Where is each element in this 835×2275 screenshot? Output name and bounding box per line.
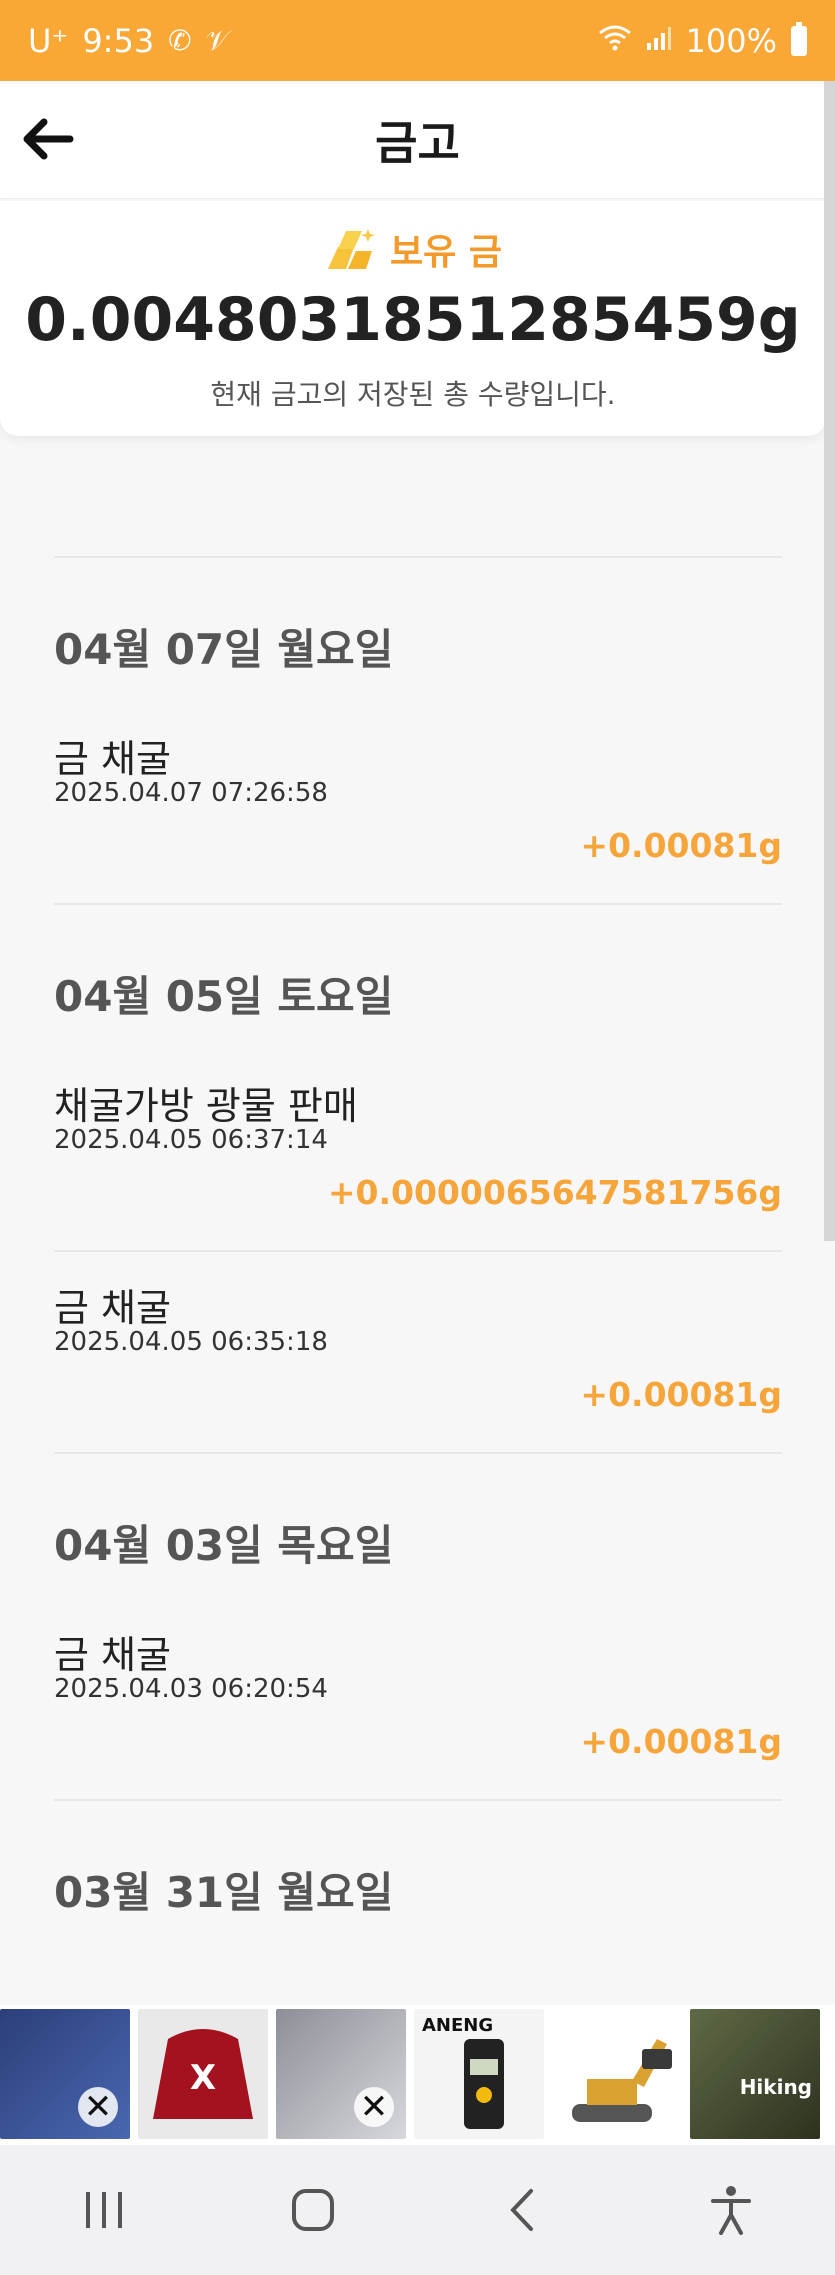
back-button[interactable] — [18, 109, 78, 169]
ad-item-hoodie[interactable]: X — [138, 2009, 268, 2139]
list-item[interactable]: 금 채굴 2025.04.07 07:26:58 +0.00081g — [54, 728, 782, 903]
accessibility-button[interactable] — [671, 2165, 791, 2255]
list-item[interactable]: 금 채굴 2025.04.03 06:20:54 +0.00081g — [54, 1624, 782, 1799]
signal-icon — [646, 25, 672, 56]
entry-time: 2025.04.03 06:20:54 — [54, 1674, 328, 1704]
app-header: 금고 — [0, 81, 835, 199]
list-item[interactable]: 채굴가방 광물 판매 2025.04.05 06:37:14 +0.000006… — [54, 1075, 782, 1250]
list-item[interactable]: 금 채굴 2025.04.05 06:35:18 +0.00081g — [54, 1277, 782, 1452]
date-heading: 04월 05일 토요일 — [54, 972, 394, 1021]
ad-hiking-text: Hiking — [739, 2075, 812, 2099]
scrollbar[interactable] — [824, 81, 835, 1241]
ad-brand-text: ANENG — [422, 2015, 494, 2036]
entry-time: 2025.04.05 06:37:14 — [54, 1125, 328, 1155]
ad-item-excavator-toy[interactable] — [552, 2009, 682, 2139]
date-heading: 04월 07일 월요일 — [54, 625, 394, 674]
entry-wrapper: 금 채굴 2025.04.05 06:35:18 +0.00081g — [54, 1252, 782, 1452]
ad-close-button[interactable]: ✕ — [78, 2087, 118, 2127]
holding-row: 보유 금 — [0, 223, 826, 275]
app-notification-icon: 𝒱 — [205, 23, 229, 57]
ad-close-button[interactable]: ✕ — [354, 2087, 394, 2127]
ad-banner[interactable]: ✕ X ✕ ANENG Hiking — [0, 2005, 835, 2145]
arrow-left-icon — [23, 118, 74, 160]
entry-title: 금 채굴 — [54, 1286, 171, 1330]
wifi-call-icon: ✆ — [168, 23, 192, 57]
battery-icon — [791, 21, 807, 56]
entry-amount: +0.00081g — [580, 1375, 782, 1414]
page-title: 금고 — [375, 115, 460, 170]
holding-label: 보유 금 — [390, 232, 502, 273]
accessibility-icon — [710, 2186, 751, 2235]
entry-title: 채굴가방 광물 판매 — [54, 1084, 358, 1128]
status-bar: U⁺ 9:53 ✆ 𝒱 100% — [0, 0, 835, 81]
history-list: 04월 07일 월요일 금 채굴 2025.04.07 07:26:58 +0.… — [54, 556, 782, 1971]
excavator-image — [572, 2039, 672, 2122]
ad-item-multimeter[interactable]: ANENG — [414, 2009, 544, 2139]
entry-amount: +0.0000065647581756g — [327, 1173, 782, 1212]
total-gold-amount: 0.0048031851285459g — [25, 285, 801, 355]
entry-time: 2025.04.05 06:35:18 — [54, 1327, 328, 1357]
summary-card: 보유 금 0.0048031851285459g 현재 금고의 저장된 총 수량… — [0, 201, 826, 436]
status-right: 100% — [598, 21, 807, 60]
ad-item-comforter[interactable]: ✕ — [276, 2009, 406, 2139]
back-nav-button[interactable] — [462, 2165, 582, 2255]
entry-title: 금 채굴 — [54, 1633, 171, 1677]
date-heading: 03월 31일 월요일 — [54, 1868, 394, 1917]
entry-amount: +0.00081g — [580, 1722, 782, 1761]
back-chevron-icon — [510, 2189, 533, 2231]
ad-item-hiking-boot[interactable]: Hiking — [690, 2009, 820, 2139]
home-icon — [292, 2189, 335, 2231]
svg-text:X: X — [190, 2058, 216, 2098]
recent-apps-button[interactable] — [44, 2165, 164, 2255]
carrier-label: U⁺ — [28, 21, 69, 60]
gold-bars-icon — [328, 229, 376, 269]
entry-title: 금 채굴 — [54, 737, 171, 781]
status-time: 9:53 — [82, 21, 155, 60]
ad-item-bedding[interactable]: ✕ — [0, 2009, 130, 2139]
system-nav-bar — [0, 2145, 835, 2275]
entry-amount: +0.00081g — [580, 826, 782, 865]
home-button[interactable] — [253, 2165, 373, 2255]
summary-description: 현재 금고의 저장된 총 수량입니다. — [210, 378, 616, 411]
battery-percent: 100% — [685, 21, 777, 60]
status-left: U⁺ 9:53 ✆ 𝒱 — [28, 22, 229, 60]
date-heading: 04월 03일 목요일 — [54, 1521, 394, 1570]
entry-time: 2025.04.07 07:26:58 — [54, 778, 328, 808]
hoodie-image: X — [153, 2029, 253, 2119]
wifi-icon — [598, 25, 632, 56]
recent-apps-icon — [86, 2192, 123, 2228]
